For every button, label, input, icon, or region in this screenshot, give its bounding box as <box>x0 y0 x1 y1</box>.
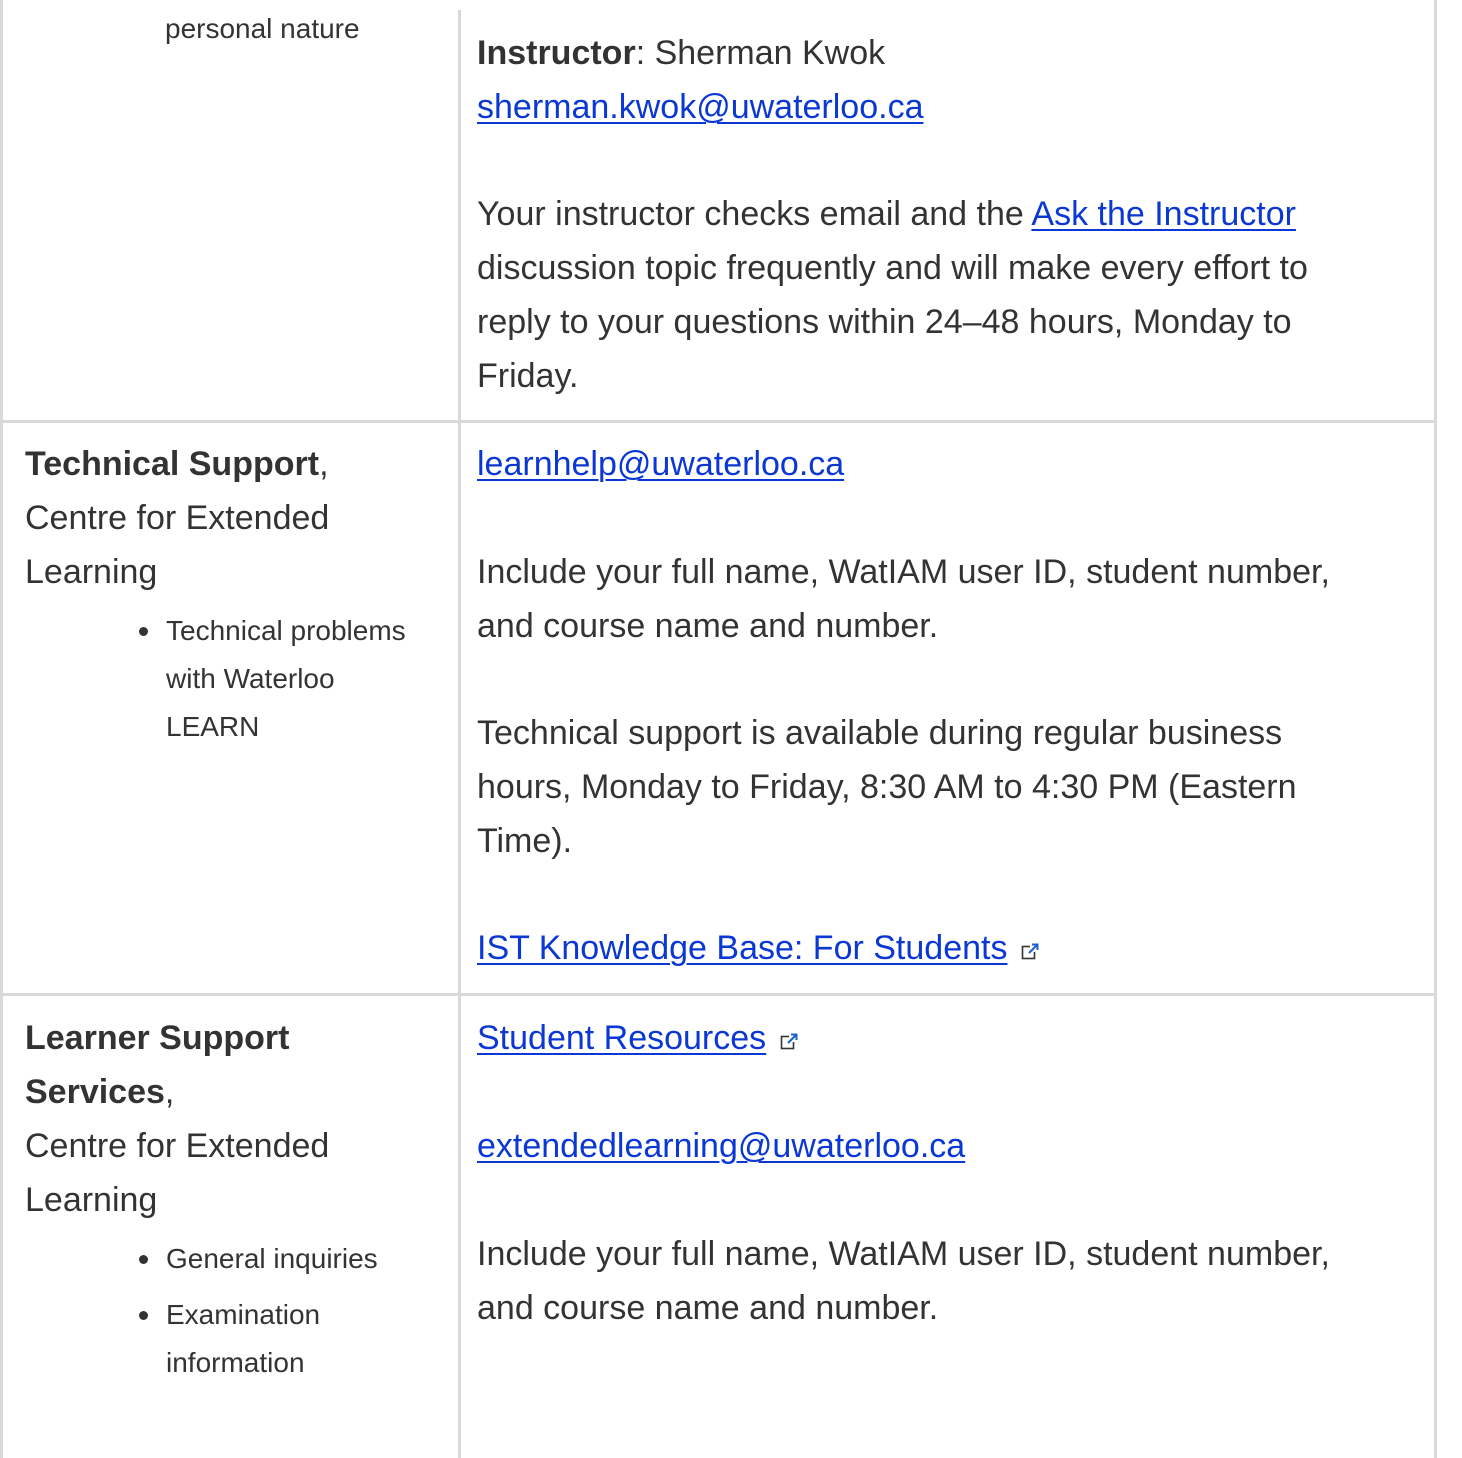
learner-support-title-line: Services, <box>25 1065 174 1119</box>
tech-support-topics: Technical problems with Waterloo LEARN <box>135 607 406 751</box>
student-resources-link[interactable]: Student Resources <box>477 1019 766 1057</box>
learner-support-dept: Centre for Extended <box>25 1127 330 1165</box>
instructor-email-link[interactable]: sherman.kwok@uwaterloo.ca <box>477 88 923 126</box>
instructor-note-line: Your instructor checks email and the Ask… <box>477 187 1296 241</box>
tech-support-title-line: Technical Support, <box>25 437 329 491</box>
tech-hours-text: Time). <box>477 822 573 860</box>
learner-support-title: Learner Support <box>25 1011 289 1065</box>
learnhelp-email-link[interactable]: learnhelp@uwaterloo.ca <box>477 445 844 483</box>
kb-link-line: IST Knowledge Base: For Students <box>477 921 1039 975</box>
tech-include-text: Include your full name, WatIAM user ID, … <box>477 553 1330 591</box>
list-item-text: Technical problems <box>166 615 406 646</box>
instructor-line: Instructor: Sherman Kwok <box>477 26 885 80</box>
table-border-right <box>1434 0 1437 1458</box>
list-item-text: General inquiries <box>166 1243 378 1274</box>
tech-include-text: and course name and number. <box>477 607 939 645</box>
table-column-divider <box>458 10 461 1458</box>
list-item-text: with Waterloo <box>166 663 335 694</box>
learner-include-text: Include your full name, WatIAM user ID, … <box>477 1235 1330 1273</box>
tech-hours-text: hours, Monday to Friday, 8:30 AM to 4:30… <box>477 768 1297 806</box>
instructor-note-text: Your instructor checks email and the <box>477 195 1032 233</box>
table-border-left <box>0 0 3 1458</box>
instructor-label: Instructor <box>477 34 636 72</box>
instructor-email-line: sherman.kwok@uwaterloo.ca <box>477 80 923 134</box>
list-item-text: Examination <box>166 1299 321 1330</box>
row-divider <box>0 420 1437 423</box>
instructor-note-text: reply to your questions within 24–48 hou… <box>477 303 1292 341</box>
instructor-name: : Sherman Kwok <box>635 34 886 72</box>
instructor-note-text: discussion topic frequently and will mak… <box>477 249 1308 287</box>
tech-support-dept: Learning <box>25 553 158 591</box>
student-resources-line: Student Resources <box>477 1011 798 1065</box>
list-item: Examination information <box>135 1291 378 1387</box>
learner-include-text: and course name and number. <box>477 1289 939 1327</box>
ask-the-instructor-link[interactable]: Ask the Instructor <box>1031 195 1296 233</box>
ist-knowledge-base-link[interactable]: IST Knowledge Base: For Students <box>477 929 1007 967</box>
learner-support-comma: , <box>164 1073 175 1111</box>
list-item: General inquiries <box>135 1235 378 1283</box>
extendedlearning-email-line: extendedlearning@uwaterloo.ca <box>477 1119 965 1173</box>
tech-hours-text: Technical support is available during re… <box>477 714 1283 752</box>
instructor-note-text: Friday. <box>477 357 579 395</box>
tech-email-line: learnhelp@uwaterloo.ca <box>477 437 844 491</box>
learner-support-title-text: Services <box>25 1073 165 1111</box>
list-item: Technical problems with Waterloo LEARN <box>135 607 406 751</box>
list-item-text: LEARN <box>166 711 260 742</box>
list-item-text: information <box>166 1347 305 1378</box>
tech-support-title: Technical Support <box>25 445 320 483</box>
learner-support-title-text: Learner Support <box>25 1019 290 1057</box>
tech-support-dept: Centre for Extended <box>25 499 330 537</box>
external-link-icon <box>1022 943 1039 960</box>
learner-support-topics: General inquiries Examination informatio… <box>135 1235 378 1387</box>
row-divider <box>0 993 1437 996</box>
learner-support-dept: Learning <box>25 1181 158 1219</box>
extendedlearning-email-link[interactable]: extendedlearning@uwaterloo.ca <box>477 1127 965 1165</box>
external-link-icon <box>780 1033 798 1050</box>
contact-topic-text: personal nature <box>165 13 360 44</box>
tech-support-comma: , <box>319 445 329 483</box>
contact-table: personal nature Instructor: Sherman Kwok… <box>0 0 1462 1458</box>
